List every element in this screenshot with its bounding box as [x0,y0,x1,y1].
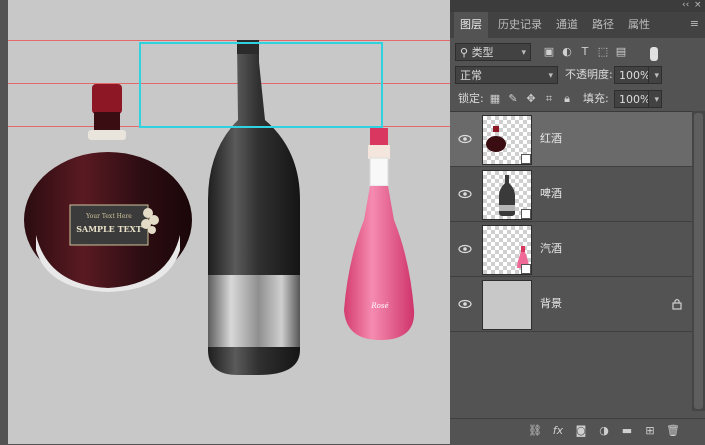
filter-adjustment-icon[interactable]: ◐ [560,45,574,59]
adjustment-layer-icon[interactable]: ◑ [597,424,611,438]
marquee-selection[interactable] [139,42,383,128]
lock-position-icon[interactable]: ✥ [524,92,538,106]
layer-name[interactable]: 红酒 [540,131,562,147]
layer-thumbnail [482,170,532,220]
eye-icon[interactable] [458,187,472,201]
opacity-label: 不透明度: [565,68,613,81]
tab-history[interactable]: 历史记录 [492,12,548,38]
link-layers-icon[interactable]: ⛓ [528,424,542,438]
filter-toggle-switch[interactable] [650,47,658,61]
layer-row-red-wine[interactable]: 红酒 [450,112,692,167]
panel-menu-icon[interactable]: ≡ [690,17,699,30]
filter-smart-object-icon[interactable]: ▤ [614,45,628,59]
filter-pixel-icon[interactable]: ▣ [542,45,556,59]
layer-name[interactable]: 背景 [540,296,562,312]
layer-row-sparkling[interactable]: 汽酒 [450,222,692,277]
lock-icon[interactable] [670,297,684,311]
opacity-value: 100% [619,69,651,82]
layer-name[interactable]: 汽酒 [540,241,562,257]
smart-object-badge-icon [521,209,531,219]
tab-paths[interactable]: 路径 [586,12,620,38]
layers-scrollbar[interactable] [692,111,705,411]
lock-image-icon[interactable]: ✎ [506,92,520,106]
fx-icon[interactable]: fx [551,424,565,438]
layer-thumbnail [482,225,532,275]
canvas[interactable]: Your Text Here SAMPLE TEXT Rosé [8,0,450,444]
filter-type-icon[interactable]: T [578,45,592,59]
search-icon: ⚲ [460,46,469,59]
layers-list: 红酒 啤酒 汽酒 背景 [450,111,705,412]
layer-thumbnail [482,115,532,165]
trash-icon[interactable]: 🗑︎ [666,424,680,438]
lock-artboard-icon[interactable]: ⌗ [542,92,556,106]
new-group-icon[interactable]: ▬ [620,424,634,438]
scrollbar-thumb[interactable] [694,113,703,409]
add-mask-icon[interactable]: ◙ [574,424,588,438]
lock-row: 锁定: ▦ ✎ ✥ ⌗ 🔒︎ 填充: 100% ▾ [450,90,705,112]
svg-text:Your Text Here: Your Text Here [85,213,132,220]
smart-object-badge-icon [521,154,531,164]
smart-object-badge-icon [521,264,531,274]
fill-value: 100% [619,93,651,106]
layers-panel: ‹‹ × 图层 历史记录 通道 路径 属性 ≡ ⚲ 类型 ▾ ▣ ◐ T ⬚ ▤… [450,0,705,445]
fill-label: 填充: [583,92,609,105]
chevron-down-icon: ▾ [654,95,659,105]
blend-row: 正常 ▾ 不透明度: 100% ▾ [450,66,705,88]
document-canvas-area[interactable]: Your Text Here SAMPLE TEXT Rosé [0,0,450,444]
chevron-down-icon: ▾ [521,48,526,58]
collapse-icon[interactable]: ‹‹ [682,0,689,10]
svg-text:SAMPLE TEXT: SAMPLE TEXT [76,224,142,234]
blend-mode-value: 正常 [460,69,482,82]
lock-transparent-icon[interactable]: ▦ [488,92,502,106]
tab-layers[interactable]: 图层 [454,12,488,38]
new-layer-icon[interactable]: ⊞ [643,424,657,438]
layer-filter-dropdown[interactable]: ⚲ 类型 ▾ [455,43,531,61]
panel-collapse-bar: ‹‹ × [450,0,705,12]
svg-text:Rosé: Rosé [370,302,388,310]
tab-channels[interactable]: 通道 [550,12,584,38]
opacity-dropdown-button[interactable]: ▾ [648,66,662,84]
panel-tabs: 图层 历史记录 通道 路径 属性 [450,12,705,38]
lock-all-icon[interactable]: 🔒︎ [560,92,574,106]
fill-dropdown-button[interactable]: ▾ [648,90,662,108]
rose-bottle: Rosé [344,128,415,340]
blend-mode-dropdown[interactable]: 正常 ▾ [455,66,558,84]
chevron-down-icon: ▾ [654,71,659,81]
filter-shape-icon[interactable]: ⬚ [596,45,610,59]
filter-row: ⚲ 类型 ▾ ▣ ◐ T ⬚ ▤ [450,43,705,65]
eye-icon[interactable] [458,297,472,311]
lock-label: 锁定: [458,92,484,105]
layer-name[interactable]: 啤酒 [540,186,562,202]
layer-row-background[interactable]: 背景 [450,277,692,332]
eye-icon[interactable] [458,242,472,256]
eye-icon[interactable] [458,132,472,146]
filter-type-label: 类型 [471,46,494,59]
layer-row-beer[interactable]: 啤酒 [450,167,692,222]
layers-panel-body: ⚲ 类型 ▾ ▣ ◐ T ⬚ ▤ 正常 ▾ 不透明度: 100% ▾ 锁定: ▦… [450,38,705,444]
chevron-down-icon: ▾ [548,71,553,81]
layers-bottom-toolbar: ⛓ fx ◙ ◑ ▬ ⊞ 🗑︎ [450,418,705,445]
close-panel-icon[interactable]: × [694,0,702,10]
tab-properties[interactable]: 属性 [622,12,656,38]
layer-thumbnail [482,280,532,330]
